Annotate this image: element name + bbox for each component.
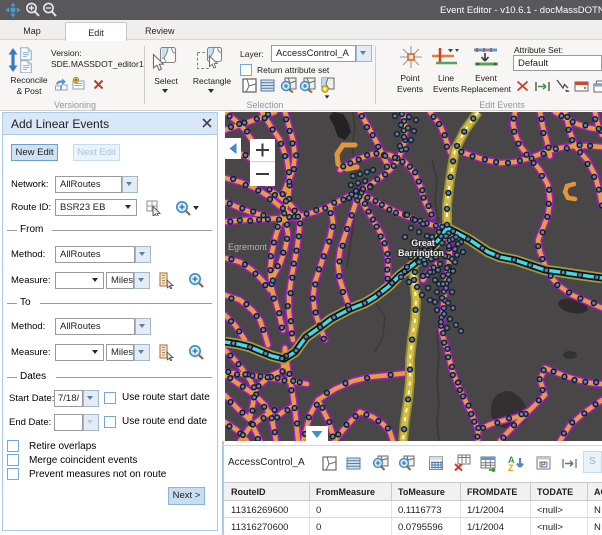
svg-text:P: P — [541, 462, 546, 469]
svg-text:Barrington: Barrington — [398, 248, 444, 258]
svg-text:Egremont: Egremont — [228, 242, 268, 252]
svg-text:Great: Great — [411, 238, 435, 248]
svg-text:Z: Z — [508, 463, 514, 472]
